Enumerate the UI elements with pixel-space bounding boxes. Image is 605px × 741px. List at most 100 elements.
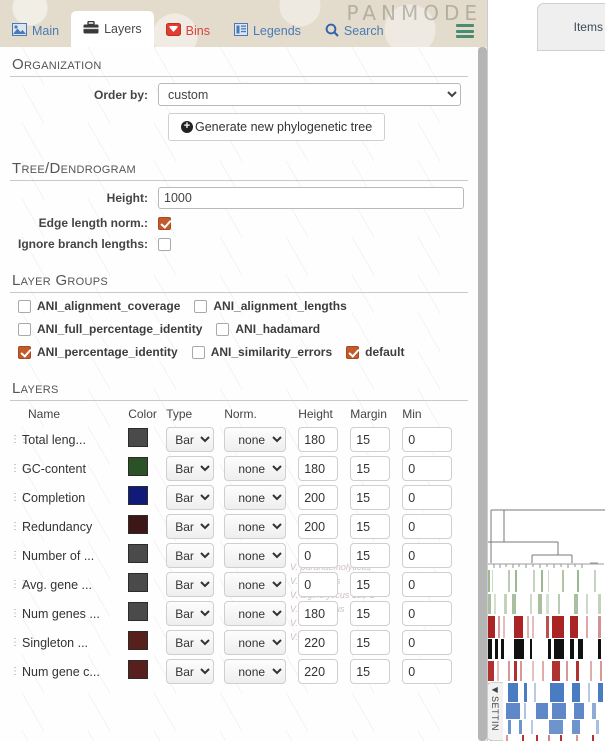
layer-norm-select[interactable]: none: [224, 485, 287, 510]
layer-min-input[interactable]: [402, 659, 453, 684]
layer-group-checkbox[interactable]: [191, 345, 205, 359]
layer-type-select[interactable]: Bar: [166, 543, 215, 568]
layer-height-input[interactable]: [298, 514, 339, 539]
layer-height-input[interactable]: [298, 659, 339, 684]
layer-type-select[interactable]: Bar: [166, 456, 215, 481]
ignore-branch-lengths-checkbox[interactable]: [158, 237, 171, 251]
layer-norm-select[interactable]: none: [224, 572, 287, 597]
color-swatch[interactable]: [128, 543, 149, 563]
layer-group-checkbox[interactable]: [18, 345, 31, 359]
color-swatch[interactable]: [128, 572, 149, 592]
tab-layers[interactable]: Layers: [71, 11, 154, 47]
layer-min-input[interactable]: [402, 601, 453, 626]
layer-margin-input[interactable]: [350, 601, 391, 626]
layer-margin-input[interactable]: [350, 514, 391, 539]
layer-height-input[interactable]: [298, 630, 339, 655]
layer-group-ani-alignment-lengths[interactable]: ANI_alignment_lengths: [194, 299, 347, 313]
color-swatch[interactable]: [128, 427, 149, 447]
layer-type-select[interactable]: Bar: [166, 514, 215, 539]
layer-group-ani-similarity-errors[interactable]: ANI_similarity_errors: [191, 345, 332, 359]
layer-type-select[interactable]: Bar: [166, 630, 215, 655]
drag-handle-icon[interactable]: ⋮⋮: [10, 608, 29, 618]
layer-margin-input[interactable]: [350, 572, 391, 597]
layer-group-checkbox[interactable]: [346, 345, 360, 359]
layer-min-input[interactable]: [402, 427, 453, 452]
drag-handle-icon[interactable]: ⋮⋮: [10, 521, 29, 531]
layer-norm-select[interactable]: none: [224, 601, 287, 626]
layer-norm-select[interactable]: none: [224, 630, 287, 655]
drag-handle-icon[interactable]: ⋮⋮: [10, 637, 29, 647]
layer-group-ani-alignment-coverage[interactable]: ANI_alignment_coverage: [18, 299, 180, 313]
layer-group-default[interactable]: default: [346, 345, 404, 359]
layer-margin-input[interactable]: [350, 630, 391, 655]
layer-group-checkbox[interactable]: [18, 322, 31, 336]
layer-min-input[interactable]: [402, 485, 453, 510]
layer-height-cell: [298, 570, 350, 599]
layer-group-row: ANI_percentage_identity ANI_similarity_e…: [10, 345, 468, 359]
items-order-tab-label: Items orde: [573, 20, 605, 34]
layer-min-cell: [402, 483, 468, 512]
color-swatch[interactable]: [128, 514, 149, 534]
layer-group-ani-hadamard[interactable]: ANI_hadamard: [216, 322, 320, 336]
tab-bins[interactable]: Bins: [154, 15, 222, 47]
layer-type-cell: Bar: [166, 483, 224, 512]
layer-type-select[interactable]: Bar: [166, 572, 215, 597]
drag-handle-icon[interactable]: ⋮⋮: [10, 434, 29, 444]
layer-height-input[interactable]: [298, 485, 339, 510]
drag-handle-icon[interactable]: ⋮⋮: [10, 492, 29, 502]
settings-drawer-handle[interactable]: ◀ SETTIN: [486, 682, 503, 741]
color-swatch[interactable]: [128, 456, 149, 476]
layer-margin-input[interactable]: [350, 427, 391, 452]
hamburger-icon[interactable]: [456, 24, 474, 38]
layer-height-input[interactable]: [298, 572, 339, 597]
layer-margin-input[interactable]: [350, 456, 391, 481]
panel-scrollbar[interactable]: [478, 47, 487, 741]
layer-margin-input[interactable]: [350, 543, 391, 568]
color-swatch[interactable]: [128, 659, 149, 679]
col-type: Type: [166, 407, 193, 421]
drag-handle-icon[interactable]: ⋮⋮: [10, 666, 29, 676]
tab-search[interactable]: Search: [313, 15, 396, 47]
drag-handle-icon[interactable]: ⋮⋮: [10, 463, 29, 473]
color-swatch[interactable]: [128, 601, 149, 621]
color-swatch[interactable]: [128, 630, 149, 650]
layer-norm-select[interactable]: none: [224, 514, 287, 539]
layer-height-input[interactable]: [298, 543, 339, 568]
color-swatch[interactable]: [128, 485, 149, 505]
scrollbar-thumb[interactable]: [478, 47, 487, 741]
drag-handle-icon[interactable]: ⋮⋮: [10, 579, 29, 589]
layer-group-ani-full-percentage-identity[interactable]: ANI_full_percentage_identity: [18, 322, 202, 336]
layer-type-select[interactable]: Bar: [166, 601, 215, 626]
layer-min-input[interactable]: [402, 543, 453, 568]
layer-height-input[interactable]: [298, 601, 339, 626]
layer-margin-input[interactable]: [350, 659, 391, 684]
layer-norm-select[interactable]: none: [224, 427, 287, 452]
layer-type-select[interactable]: Bar: [166, 427, 215, 452]
order-by-select[interactable]: custom: [158, 83, 461, 106]
tab-main[interactable]: Main: [0, 15, 71, 47]
edge-length-norm-checkbox[interactable]: [158, 216, 171, 230]
drag-handle-icon[interactable]: ⋮⋮: [10, 550, 29, 560]
search-icon: [325, 23, 339, 40]
layer-min-input[interactable]: [402, 456, 453, 481]
layer-type-select[interactable]: Bar: [166, 485, 215, 510]
layer-group-checkbox[interactable]: [18, 299, 31, 313]
layer-group-checkbox[interactable]: [194, 299, 208, 313]
layer-min-input[interactable]: [402, 630, 453, 655]
layer-height-input[interactable]: [298, 427, 339, 452]
layer-height-input[interactable]: [298, 456, 339, 481]
layer-norm-select[interactable]: none: [224, 543, 287, 568]
layer-group-ani-percentage-identity[interactable]: ANI_percentage_identity: [18, 345, 178, 359]
layer-min-input[interactable]: [402, 514, 453, 539]
layer-margin-input[interactable]: [350, 485, 391, 510]
tab-legends[interactable]: Legends: [222, 15, 313, 47]
generate-tree-button[interactable]: + Generate new phylogenetic tree: [168, 113, 386, 141]
tree-height-input[interactable]: [158, 187, 464, 209]
layer-norm-select[interactable]: none: [224, 456, 287, 481]
layer-min-input[interactable]: [402, 572, 453, 597]
layer-norm-select[interactable]: none: [224, 659, 287, 684]
layer-group-checkbox[interactable]: [216, 322, 230, 336]
tab-list: Main Layers Bins Legends Search: [0, 11, 396, 47]
layer-type-select[interactable]: Bar: [166, 659, 215, 684]
items-order-tab[interactable]: Items orde: [537, 3, 605, 51]
